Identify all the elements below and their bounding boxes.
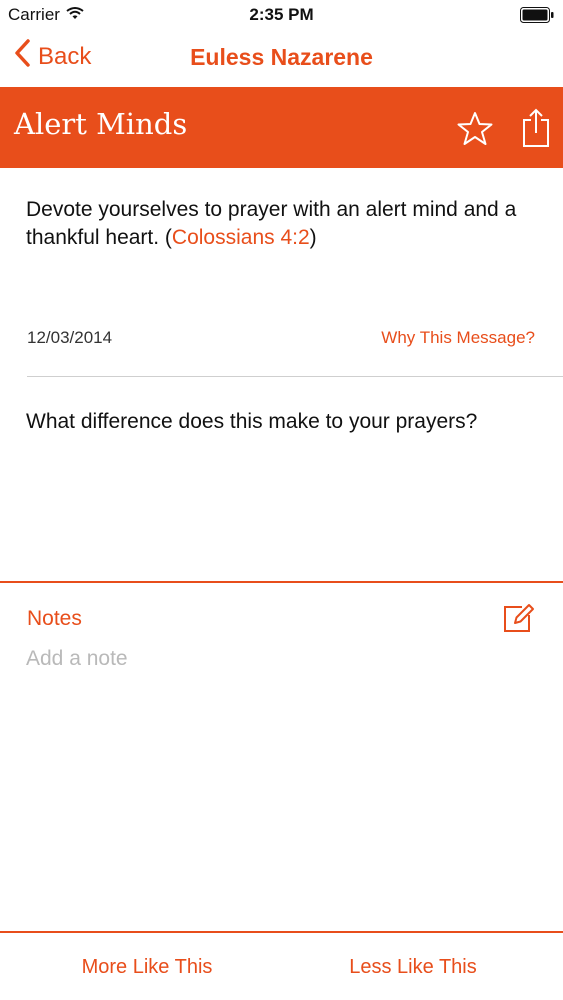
why-this-message-link[interactable]: Why This Message? — [381, 328, 535, 348]
message-title: Alert Minds — [14, 107, 188, 141]
status-time: 2:35 PM — [249, 5, 314, 24]
scripture-reference-link[interactable]: Colossians 4:2 — [172, 226, 310, 249]
reflection-question: What difference does this make to your p… — [26, 410, 478, 433]
verse-close: ) — [309, 226, 317, 249]
share-icon[interactable] — [520, 107, 552, 154]
divider — [27, 376, 563, 377]
nav-title: Euless Nazarene — [190, 44, 373, 70]
less-like-this-button[interactable]: Less Like This — [316, 956, 510, 979]
message-date: 12/03/2014 — [27, 328, 113, 347]
section-divider — [0, 581, 563, 583]
status-bar: Carrier 2:35 PM — [0, 0, 563, 30]
star-icon[interactable] — [456, 111, 494, 152]
bottom-divider — [0, 931, 563, 933]
notes-label: Notes — [27, 607, 82, 630]
note-input[interactable] — [26, 645, 486, 673]
navigation-bar: Back Euless Nazarene — [0, 30, 563, 87]
more-like-this-button[interactable]: More Like This — [50, 956, 244, 979]
edit-icon[interactable] — [502, 602, 536, 639]
battery-icon — [520, 7, 554, 28]
verse-text: Devote yourselves to prayer with an aler… — [26, 196, 538, 252]
